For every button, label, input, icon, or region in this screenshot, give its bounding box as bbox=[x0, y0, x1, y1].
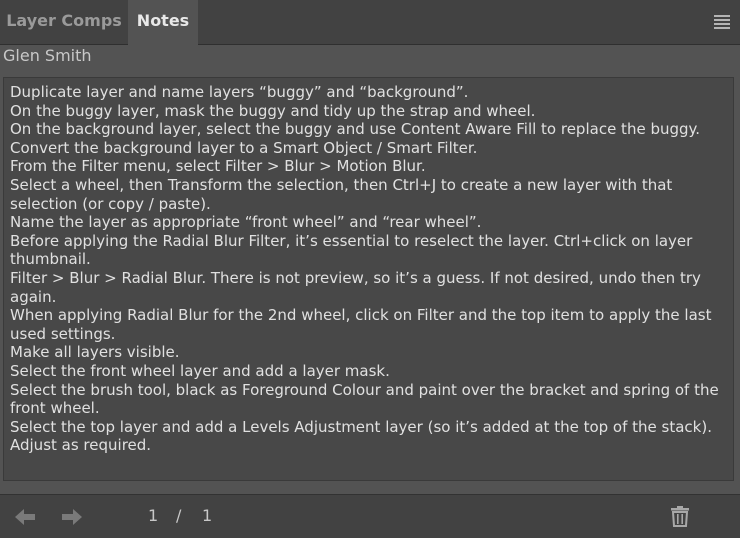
tab-bar: Layer Comps Notes bbox=[0, 0, 740, 45]
note-line: Make all layers visible. bbox=[10, 343, 180, 362]
note-line: Duplicate layer and name layers “buggy” … bbox=[10, 83, 469, 101]
note-line: Adjust as required. bbox=[10, 436, 152, 455]
note-line: Before applying the Radial Blur Filter, … bbox=[10, 231, 693, 269]
page-total: 1 bbox=[202, 506, 213, 525]
note-line: Select the top layer and add a Levels Ad… bbox=[10, 417, 712, 436]
note-line: On the background layer, select the bugg… bbox=[10, 120, 701, 139]
tab-layer-comps[interactable]: Layer Comps bbox=[0, 0, 128, 44]
notes-panel: Layer Comps Notes Glen Smith Duplicate l… bbox=[0, 0, 740, 538]
note-line: Select the brush tool, black as Foregrou… bbox=[10, 380, 719, 418]
note-line: Filter > Blur > Radial Blur. There is no… bbox=[10, 268, 701, 306]
note-line: When applying Radial Blur for the 2nd wh… bbox=[10, 306, 712, 343]
arrow-left-icon[interactable] bbox=[14, 508, 36, 526]
hamburger-menu-icon[interactable] bbox=[714, 15, 730, 29]
trash-icon[interactable] bbox=[670, 505, 690, 527]
arrow-right-icon[interactable] bbox=[61, 508, 83, 526]
page-separator: / bbox=[176, 506, 182, 525]
note-line: Name the layer as appropriate “front whe… bbox=[10, 213, 482, 232]
note-line: Convert the background layer to a Smart … bbox=[10, 138, 478, 157]
note-line: On the buggy layer, mask the buggy and t… bbox=[10, 101, 536, 120]
note-line: Select a wheel, then Transform the selec… bbox=[10, 175, 673, 213]
note-line: From the Filter menu, select Filter > Bl… bbox=[10, 157, 426, 176]
note-author: Glen Smith bbox=[3, 46, 92, 65]
tab-notes[interactable]: Notes bbox=[128, 0, 198, 45]
page-current: 1 bbox=[148, 506, 159, 525]
note-line: Select the front wheel layer and add a l… bbox=[10, 361, 390, 380]
bottom-toolbar: 1 / 1 bbox=[0, 494, 740, 538]
note-text-area[interactable]: Duplicate layer and name layers “buggy” … bbox=[3, 77, 734, 481]
